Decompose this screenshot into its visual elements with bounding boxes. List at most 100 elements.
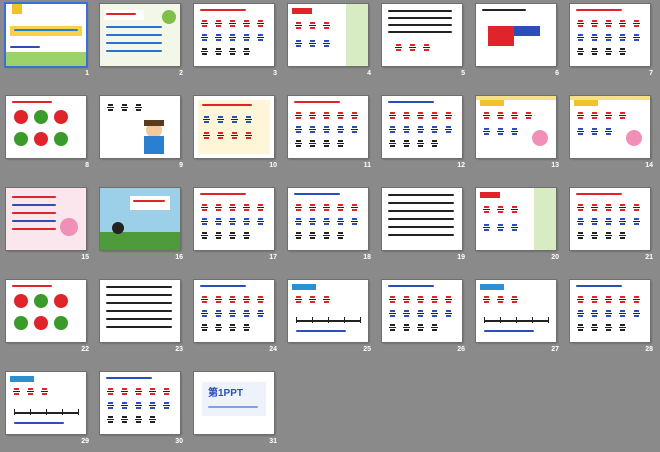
fraction-numerator (258, 20, 263, 22)
fraction-numerator (390, 126, 395, 128)
text-line (388, 202, 454, 204)
fraction-denominator (108, 393, 113, 395)
fraction-denominator (296, 209, 301, 211)
slide-thumbnail[interactable]: 29 (3, 370, 97, 452)
slide-number: 27 (551, 346, 559, 353)
text-line (106, 294, 172, 296)
fraction-numerator (216, 218, 221, 220)
fraction-numerator (230, 324, 235, 326)
slide-preview (99, 371, 181, 435)
fraction-bar (389, 129, 396, 130)
fraction-denominator (216, 315, 221, 317)
slide-thumbnail[interactable]: 3 (191, 2, 285, 84)
fraction-bar (107, 405, 114, 406)
fraction-numerator (296, 126, 301, 128)
fraction-bar (337, 129, 344, 130)
text-line (388, 194, 454, 196)
tick-mark (78, 409, 79, 415)
fraction-bar (389, 115, 396, 116)
fraction-denominator (512, 301, 517, 303)
text-line (106, 50, 162, 52)
fraction-denominator (410, 49, 415, 51)
character-icon (112, 222, 124, 234)
fraction-denominator (404, 117, 409, 119)
slide-thumbnail[interactable]: 28 (567, 278, 660, 360)
fraction-numerator (324, 140, 329, 142)
slide-thumbnail[interactable]: 22 (3, 278, 97, 360)
slide-thumbnail[interactable]: 26 (379, 278, 473, 360)
fraction-bar (351, 115, 358, 116)
slide-thumbnail[interactable]: 6 (473, 2, 567, 84)
fraction-numerator (202, 34, 207, 36)
slide-thumbnail[interactable]: 9 (97, 94, 191, 176)
slide-thumbnail[interactable]: 23 (97, 278, 191, 360)
text-line (200, 285, 246, 287)
fraction-bar (403, 299, 410, 300)
slide-thumbnail[interactable]: 30 (97, 370, 191, 452)
tick-mark (500, 317, 501, 323)
fraction-numerator (164, 402, 169, 404)
slide-thumbnail[interactable]: 2 (97, 2, 191, 84)
slide-thumbnail[interactable]: 25 (285, 278, 379, 360)
fraction-numerator (446, 126, 451, 128)
text-line (106, 302, 172, 304)
fraction-bar (431, 313, 438, 314)
slide-thumbnail[interactable]: 15 (3, 186, 97, 268)
fraction-denominator (310, 27, 315, 29)
slide-thumbnail[interactable]: 5 (379, 2, 473, 84)
fraction-bar (121, 107, 128, 108)
slide-thumbnail[interactable]: 14 (567, 94, 660, 176)
fraction-bar (417, 143, 424, 144)
slide-thumbnail[interactable]: 11 (285, 94, 379, 176)
slide-thumbnail[interactable]: 12 (379, 94, 473, 176)
fraction-denominator (620, 25, 625, 27)
fraction-bar (577, 51, 584, 52)
fraction-denominator (150, 421, 155, 423)
slide-thumbnail[interactable]: 7 (567, 2, 660, 84)
fraction-denominator (310, 301, 315, 303)
fraction-numerator (620, 218, 625, 220)
slide-thumbnail[interactable]: 27 (473, 278, 567, 360)
fraction-bar (497, 115, 504, 116)
fraction-bar (497, 131, 504, 132)
slide-thumbnail[interactable]: 17 (191, 186, 285, 268)
leaf-icon (162, 10, 176, 24)
fraction-denominator (338, 209, 343, 211)
fraction-bar (243, 207, 250, 208)
fraction-bar (633, 207, 640, 208)
fraction-numerator (324, 112, 329, 114)
title-banner (10, 26, 82, 36)
fraction-bar (337, 221, 344, 222)
text-line (388, 285, 434, 287)
slide-thumbnail[interactable]: 第1PPT 31 (191, 370, 285, 452)
slide-thumbnail[interactable]: 1 (3, 2, 97, 84)
fraction-denominator (244, 237, 249, 239)
slide-thumbnail[interactable]: 19 (379, 186, 473, 268)
slide-thumbnail[interactable]: 24 (191, 278, 285, 360)
fraction-numerator (310, 126, 315, 128)
slide-preview (287, 3, 369, 67)
fraction-bar (483, 209, 490, 210)
fraction-numerator (634, 20, 639, 22)
slide-thumbnail[interactable]: 16 (97, 186, 191, 268)
fraction-denominator (390, 315, 395, 317)
slide-number: 7 (649, 70, 653, 77)
slide-thumbnail[interactable]: 20 (473, 186, 567, 268)
fraction-numerator (338, 204, 343, 206)
fraction-numerator (578, 232, 583, 234)
slide-thumbnail[interactable]: 13 (473, 94, 567, 176)
slide-thumbnail[interactable]: 21 (567, 186, 660, 268)
slide-header-badge (574, 100, 598, 106)
slide-number: 20 (551, 254, 559, 261)
fraction-bar (229, 37, 236, 38)
fraction-numerator (432, 112, 437, 114)
slide-thumbnail[interactable]: 18 (285, 186, 379, 268)
fraction-denominator (204, 137, 209, 139)
slide-thumbnail[interactable]: 10 (191, 94, 285, 176)
fraction-numerator (432, 126, 437, 128)
text-line (12, 196, 56, 198)
fraction-bar (403, 129, 410, 130)
slide-thumbnail[interactable]: 4 (285, 2, 379, 84)
fraction-bar (591, 37, 598, 38)
slide-thumbnail[interactable]: 8 (3, 94, 97, 176)
